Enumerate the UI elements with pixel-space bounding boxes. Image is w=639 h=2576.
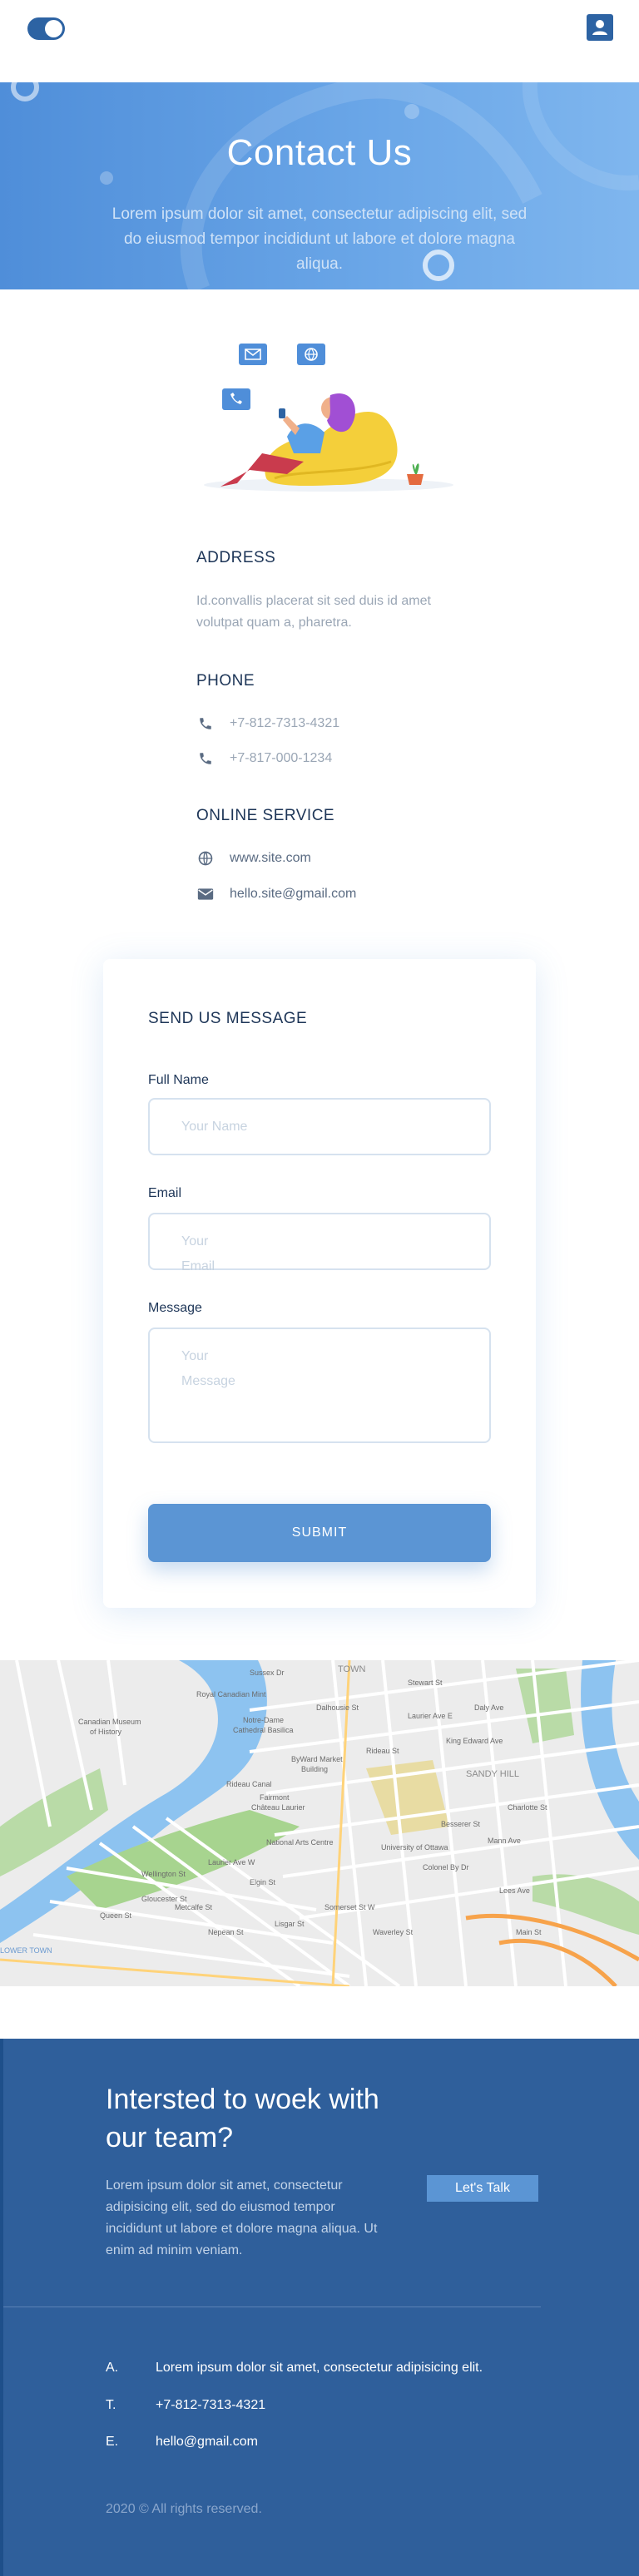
phone-row-2: +7-817-000-1234: [196, 749, 332, 769]
lets-talk-button[interactable]: Let's Talk: [427, 2175, 538, 2202]
svg-text:of History: of History: [90, 1728, 122, 1736]
phone-number-2[interactable]: +7-817-000-1234: [230, 751, 332, 766]
address-text: Id.convallis placerat sit sed duis id am…: [196, 594, 431, 630]
svg-text:Waverley St: Waverley St: [373, 1928, 414, 1936]
copyright: 2020 © All rights reserved.: [106, 2502, 262, 2516]
svg-text:Mann Ave: Mann Ave: [488, 1837, 521, 1845]
globe-icon: [196, 849, 215, 868]
hero-banner: Contact Us Lorem ipsum dolor sit amet, c…: [0, 82, 639, 289]
svg-text:Cathedral Basilica: Cathedral Basilica: [233, 1726, 294, 1734]
theme-toggle-icon[interactable]: [27, 17, 65, 40]
footer-address-value: Lorem ipsum dolor sit amet, consectetur …: [156, 2361, 483, 2375]
full-name-label: Full Name: [148, 1073, 209, 1087]
svg-text:Wellington St: Wellington St: [141, 1870, 186, 1878]
contact-illustration: [187, 337, 453, 495]
svg-text:Lees Ave: Lees Ave: [499, 1886, 530, 1895]
phone-number-1[interactable]: +7-812-7313-4321: [230, 716, 339, 731]
page-title: Contact Us: [226, 132, 413, 173]
email-placeholder: Your Email: [181, 1234, 215, 1273]
svg-text:ByWard Market: ByWard Market: [291, 1755, 343, 1763]
footer-title: Intersted to woek with our team?: [106, 2084, 379, 2153]
svg-text:Fairmont: Fairmont: [260, 1793, 290, 1802]
svg-text:Lisgar St: Lisgar St: [275, 1920, 305, 1928]
footer-address-row: A. Lorem ipsum dolor sit amet, consectet…: [106, 2361, 483, 2376]
map-canvas: Canadian Museum of History Royal Canadia…: [0, 1660, 639, 1986]
footer-phone-row: T. +7-812-7313-4321: [106, 2398, 265, 2413]
svg-text:Laurier Ave E: Laurier Ave E: [408, 1712, 453, 1720]
svg-text:Main St: Main St: [516, 1928, 542, 1936]
svg-text:Building: Building: [301, 1765, 328, 1773]
full-name-field[interactable]: Your Name: [148, 1098, 491, 1155]
svg-text:Charlotte St: Charlotte St: [508, 1803, 547, 1812]
footer-email-key: E.: [106, 2435, 119, 2449]
message-label: Message: [148, 1301, 202, 1315]
email-row: hello.site@gmail.com: [196, 884, 356, 904]
footer-email-value[interactable]: hello@gmail.com: [156, 2435, 258, 2450]
footer: Intersted to woek with our team? Lorem i…: [0, 2039, 639, 2576]
svg-text:Gloucester St: Gloucester St: [141, 1895, 187, 1903]
svg-text:Rideau Canal: Rideau Canal: [226, 1780, 272, 1788]
email-field[interactable]: Your Email: [148, 1213, 491, 1273]
svg-text:Château Laurier: Château Laurier: [251, 1803, 305, 1812]
message-placeholder: Your Message: [181, 1349, 235, 1388]
svg-text:Stewart St: Stewart St: [408, 1679, 443, 1687]
footer-phone-value[interactable]: +7-812-7313-4321: [156, 2398, 265, 2413]
svg-text:SANDY HILL: SANDY HILL: [466, 1769, 519, 1779]
form-title: SEND US MESSAGE: [148, 1010, 308, 1027]
svg-text:Colonel By Dr: Colonel By Dr: [423, 1863, 469, 1871]
svg-text:Somerset St W: Somerset St W: [324, 1903, 375, 1911]
location-map[interactable]: Canadian Museum of History Royal Canadia…: [0, 1660, 639, 1986]
hero-subtitle: Lorem ipsum dolor sit amet, consectetur …: [111, 205, 528, 273]
mail-icon: [196, 885, 215, 903]
website-row: www.site.com: [196, 848, 311, 868]
svg-text:Metcalfe St: Metcalfe St: [175, 1903, 213, 1911]
message-field[interactable]: Your Message: [148, 1328, 491, 1443]
svg-text:Canadian Museum: Canadian Museum: [78, 1718, 141, 1726]
svg-text:LOWER TOWN: LOWER TOWN: [0, 1946, 52, 1955]
footer-email-row: E. hello@gmail.com: [106, 2435, 258, 2450]
top-bar: [0, 0, 639, 82]
svg-text:Sussex Dr: Sussex Dr: [250, 1669, 285, 1677]
footer-text: Lorem ipsum dolor sit amet, consectetur …: [106, 2178, 378, 2257]
svg-text:National Arts Centre: National Arts Centre: [266, 1838, 334, 1847]
svg-text:Laurier Ave W: Laurier Ave W: [208, 1858, 255, 1866]
contact-form-card: SEND US MESSAGE Full Name Your Name Emai…: [103, 959, 536, 1608]
email-link[interactable]: hello.site@gmail.com: [230, 887, 356, 902]
svg-text:TOWN: TOWN: [338, 1664, 365, 1674]
svg-text:Royal Canadian Mint: Royal Canadian Mint: [196, 1690, 266, 1698]
email-label: Email: [148, 1186, 182, 1200]
svg-text:King Edward Ave: King Edward Ave: [446, 1737, 503, 1745]
footer-phone-key: T.: [106, 2398, 116, 2412]
user-icon[interactable]: [587, 14, 613, 41]
full-name-placeholder: Your Name: [181, 1120, 248, 1134]
phone-icon: [196, 714, 215, 733]
svg-text:Daly Ave: Daly Ave: [474, 1703, 503, 1712]
phone-row-1: +7-812-7313-4321: [196, 714, 339, 734]
footer-address-key: A.: [106, 2361, 119, 2375]
svg-text:University of Ottawa: University of Ottawa: [381, 1843, 448, 1852]
address-heading: ADDRESS: [196, 549, 276, 566]
svg-text:Nepean St: Nepean St: [208, 1928, 244, 1936]
phone-icon: [196, 749, 215, 768]
svg-text:Besserer St: Besserer St: [441, 1820, 481, 1828]
svg-text:Notre-Dame: Notre-Dame: [243, 1716, 284, 1724]
svg-text:Dalhousie St: Dalhousie St: [316, 1703, 359, 1712]
submit-button[interactable]: SUBMIT: [148, 1504, 491, 1562]
phone-heading: PHONE: [196, 672, 255, 690]
svg-text:Rideau St: Rideau St: [366, 1747, 399, 1755]
footer-edge: [0, 2039, 3, 2576]
online-service-heading: ONLINE SERVICE: [196, 807, 335, 824]
svg-text:Queen St: Queen St: [100, 1911, 132, 1920]
website-link[interactable]: www.site.com: [230, 851, 311, 866]
svg-text:Elgin St: Elgin St: [250, 1878, 276, 1886]
